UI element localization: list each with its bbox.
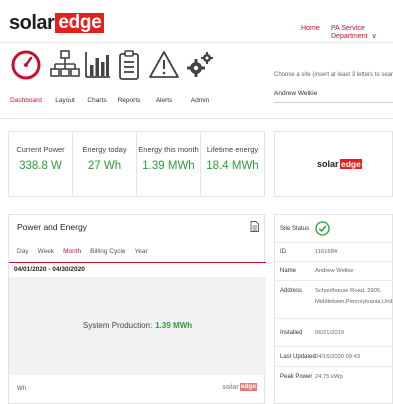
energy-month-title: Energy this month <box>138 145 199 154</box>
nav-reports[interactable]: Reports <box>109 49 149 109</box>
site-status-key: Site Status <box>280 226 310 232</box>
clipboard-icon <box>119 50 139 80</box>
gauge-icon <box>11 50 41 80</box>
site-id-key: ID <box>280 249 286 255</box>
site-name-key: Name <box>280 268 297 274</box>
export-icon[interactable] <box>250 221 259 234</box>
system-production-label: System Production: <box>82 321 153 330</box>
site-last-updated-key: Last Updated <box>280 354 316 360</box>
department-label: PA Service Department <box>331 25 368 40</box>
nav-dashboard-label: Dashboard <box>10 97 42 104</box>
site-peak-power-value: 24.75 kWp <box>315 374 343 380</box>
logo-solar-text: solar <box>9 11 55 34</box>
site-address-row: Address Schoolhouse Road, 2905, Middleto… <box>275 281 393 319</box>
department-menu[interactable]: PA Service Department ∨ <box>331 25 393 40</box>
site-search: Choose a site (insert at least 3 letters… <box>274 72 393 103</box>
site-address-line2: Middletown,Pennsylvania,Unit... <box>315 299 393 305</box>
nav-alerts[interactable]: Alerts <box>144 49 184 109</box>
site-peak-power-row: Peak Power 24.75 kWp <box>275 367 393 387</box>
tab-billing-cycle[interactable]: Billing Cycle <box>90 248 125 258</box>
lifetime-energy-cell: Lifetime energy 18.4 MWh <box>201 132 264 196</box>
tab-week[interactable]: Week <box>38 248 55 258</box>
logo-edge-text: edge <box>55 13 105 33</box>
current-power-title: Current Power <box>16 145 65 154</box>
nav-alerts-label: Alerts <box>155 97 173 104</box>
gears-icon <box>187 52 213 77</box>
site-logo-solar: solar <box>317 159 339 169</box>
home-link[interactable]: Home <box>301 25 320 32</box>
energy-today-cell: Energy today 27 Wh <box>73 132 137 196</box>
power-energy-card: Power and Energy Day Week Month Billing … <box>8 214 266 404</box>
energy-chart-area: System Production: 1.39 MWh <box>9 277 266 375</box>
site-installed-value: 06/21/2019 <box>315 330 345 336</box>
header-divider <box>0 42 393 43</box>
site-name-value: Andrew Welkie <box>315 268 354 274</box>
chart-watermark: solar edge <box>222 383 257 391</box>
energy-today-value: 27 Wh <box>87 160 122 172</box>
lifetime-energy-value: 18.4 MWh <box>206 160 259 172</box>
site-info-card: Site Status ID 1161684 Name Andrew Welki… <box>274 214 393 404</box>
energy-today-title: Energy today <box>82 145 127 154</box>
energy-month-value: 1.39 MWh <box>142 160 195 172</box>
nav-divider <box>0 118 393 119</box>
site-status-row: Site Status <box>275 215 393 243</box>
site-logo-edge: edge <box>339 159 363 169</box>
warning-icon <box>149 51 179 78</box>
site-last-updated-row: Last Updated 04/16/2020 09:43 <box>275 347 393 367</box>
site-name-row: Name Andrew Welkie <box>275 262 393 281</box>
nav-admin[interactable]: Admin <box>180 49 220 109</box>
watermark-solar: solar <box>222 383 239 391</box>
site-id-value: 1161684 <box>315 249 338 255</box>
nav-admin-label: Admin <box>190 97 210 104</box>
watermark-edge: edge <box>239 383 257 391</box>
chart-unit-label: Wh <box>17 386 26 392</box>
site-installed-key: Installed <box>280 330 303 336</box>
top-header: solar edge Home PA Service Department ∨ <box>0 0 393 42</box>
nav-reports-label: Reports <box>117 97 141 104</box>
site-installed-row: Installed 06/21/2019 <box>275 319 393 347</box>
current-power-cell: Current Power 338.8 W <box>9 132 73 196</box>
site-peak-power-key: Peak Power <box>280 374 313 380</box>
power-energy-title: Power and Energy <box>17 222 87 232</box>
solaredge-logo[interactable]: solar edge <box>9 11 105 34</box>
tab-month[interactable]: Month <box>63 248 81 258</box>
tab-day[interactable]: Day <box>17 248 29 258</box>
energy-month-cell: Energy this month 1.39 MWh <box>137 132 201 196</box>
system-production: System Production: 1.39 MWh <box>9 321 266 330</box>
tab-underline <box>9 262 266 263</box>
current-power-value: 338.8 W <box>19 160 62 172</box>
check-circle-icon <box>315 221 330 238</box>
date-range: 04/01/2020 - 04/30/2020 <box>9 264 266 276</box>
nav-dashboard[interactable]: Dashboard <box>6 49 46 109</box>
site-address-line1: Schoolhouse Road, 2905, <box>315 288 382 294</box>
site-search-input[interactable]: Andrew Welkie <box>274 90 393 103</box>
site-logo-card: solar edge <box>274 131 393 197</box>
energy-summary-card: Current Power 338.8 W Energy today 27 Wh… <box>8 131 265 197</box>
tab-year[interactable]: Year <box>135 248 148 258</box>
system-production-value: 1.39 MWh <box>155 321 193 330</box>
period-tabs: Day Week Month Billing Cycle Year <box>17 248 157 258</box>
site-logo: solar edge <box>317 159 363 169</box>
lifetime-energy-title: Lifetime energy <box>206 145 259 154</box>
chevron-down-icon: ∨ <box>371 33 377 40</box>
site-search-hint: Choose a site (insert at least 3 letters… <box>274 72 393 78</box>
site-id-row: ID 1161684 <box>275 243 393 262</box>
site-last-updated-value: 04/16/2020 09:43 <box>315 354 361 360</box>
site-address-key: Address <box>280 288 303 294</box>
